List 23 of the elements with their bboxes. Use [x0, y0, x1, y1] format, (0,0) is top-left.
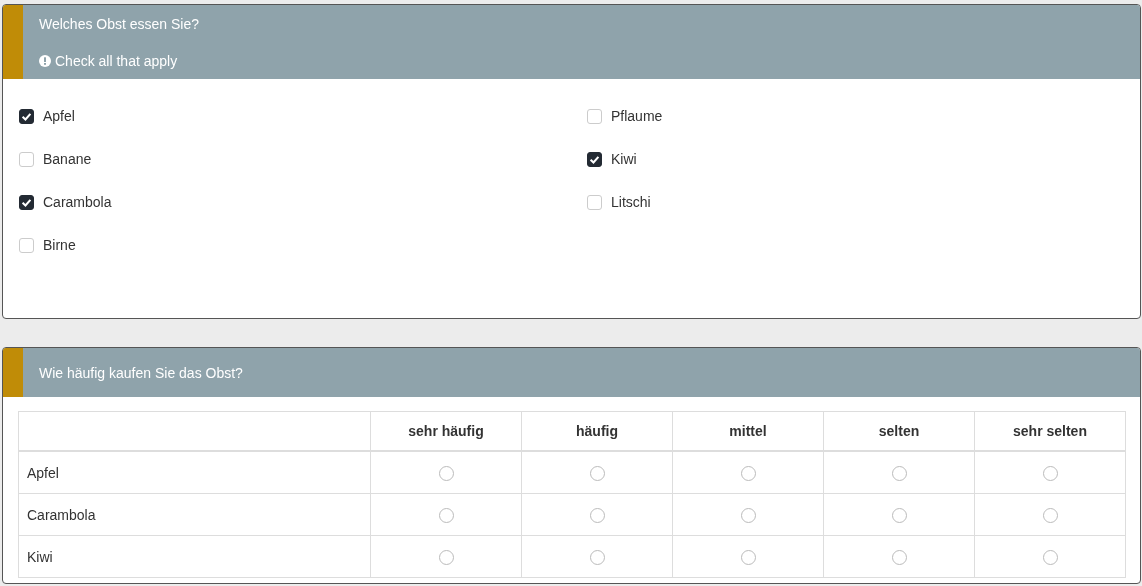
checkbox[interactable] [19, 108, 34, 124]
column-header: mittel [672, 411, 824, 451]
row-label: Carambola [18, 493, 371, 536]
accent-bar [3, 348, 23, 397]
checkbox-option[interactable]: Kiwi [587, 144, 1124, 174]
row-label: Kiwi [18, 535, 371, 578]
question-title: Welches Obst essen Sie? [39, 15, 200, 32]
exclamation-icon [39, 54, 51, 67]
column-header: selten [823, 411, 975, 451]
checkbox[interactable] [587, 151, 602, 167]
checkbox-option[interactable]: Banane [19, 144, 587, 174]
checkbox-option[interactable]: Pflaume [587, 101, 1124, 131]
checkbox-option[interactable]: Apfel [19, 101, 587, 131]
checkbox[interactable] [19, 194, 34, 210]
hint-text: Check all that apply [55, 52, 178, 69]
column-header: sehr häufig [370, 411, 522, 451]
column-header: sehr selten [974, 411, 1126, 451]
row-label: Apfel [18, 451, 371, 494]
checkbox-option[interactable]: Birne [19, 230, 587, 260]
question-title: Wie häufig kaufen Sie das Obst? [39, 364, 243, 381]
checkbox-option[interactable]: Carambola [19, 187, 587, 217]
column-header: häufig [521, 411, 673, 451]
checkbox-option[interactable]: Litschi [587, 187, 1124, 217]
